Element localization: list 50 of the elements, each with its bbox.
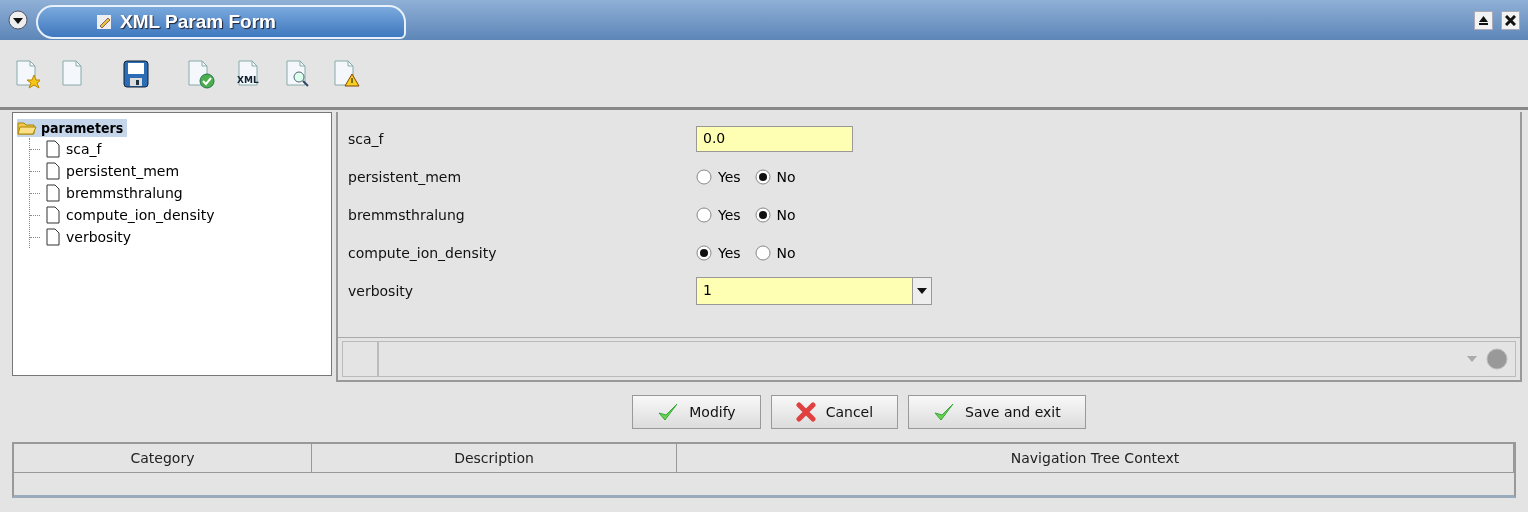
field-label: persistent_mem bbox=[348, 169, 463, 185]
tree-item[interactable]: verbosity bbox=[30, 226, 327, 248]
radio-option[interactable]: No bbox=[754, 207, 796, 223]
open-folder-icon bbox=[17, 121, 37, 135]
file-icon bbox=[46, 228, 60, 246]
eject-icon bbox=[1478, 14, 1489, 26]
file-icon bbox=[46, 184, 60, 202]
field-label: compute_ion_density bbox=[348, 245, 498, 261]
combo-cell bbox=[342, 341, 378, 377]
file-icon bbox=[46, 162, 60, 180]
go-icon[interactable] bbox=[1485, 347, 1509, 371]
action-button[interactable]: Modify bbox=[632, 395, 761, 429]
action-button[interactable]: Cancel bbox=[770, 395, 899, 429]
check-document-icon[interactable] bbox=[186, 58, 216, 89]
window-title: XML Param Form bbox=[120, 11, 276, 33]
checkmark-icon bbox=[657, 402, 680, 422]
column-header[interactable]: Description bbox=[312, 444, 677, 472]
eject-button[interactable] bbox=[1474, 10, 1493, 30]
tree-item[interactable]: compute_ion_density bbox=[30, 204, 327, 226]
tree-item[interactable]: parameters bbox=[17, 119, 128, 137]
text-field[interactable]: 0.0 bbox=[696, 126, 853, 152]
file-icon bbox=[46, 140, 60, 158]
file-icon bbox=[46, 206, 60, 224]
close-icon bbox=[1505, 14, 1516, 26]
caret-icon bbox=[1467, 356, 1477, 362]
tree-item[interactable]: bremmsthralung bbox=[30, 182, 327, 204]
cross-icon bbox=[795, 402, 816, 422]
close-button[interactable] bbox=[1501, 10, 1520, 30]
column-header[interactable]: Navigation Tree Context bbox=[677, 444, 1514, 472]
dropdown-field[interactable]: 1 bbox=[696, 277, 932, 305]
pencil-icon bbox=[96, 14, 112, 30]
column-header[interactable]: Category bbox=[14, 444, 312, 472]
radio-option[interactable]: Yes bbox=[696, 169, 741, 185]
warning-document-icon[interactable] bbox=[332, 58, 360, 89]
menu-icon[interactable] bbox=[8, 10, 28, 30]
action-button[interactable]: Save and exit bbox=[908, 395, 1086, 429]
new-file-icon[interactable] bbox=[14, 58, 40, 89]
field-label: sca_f bbox=[348, 131, 385, 147]
radio-option[interactable]: No bbox=[754, 169, 796, 185]
checkmark-icon bbox=[933, 402, 956, 422]
field-label: bremmsthralung bbox=[348, 207, 466, 223]
tree-item[interactable]: persistent_mem bbox=[30, 160, 327, 182]
radio-option[interactable]: Yes bbox=[696, 245, 741, 261]
caret-icon bbox=[917, 288, 927, 294]
field-label: verbosity bbox=[348, 283, 415, 299]
tree-item[interactable]: sca_f bbox=[30, 138, 327, 160]
combo-field[interactable] bbox=[378, 341, 1516, 377]
save-icon[interactable] bbox=[122, 58, 150, 89]
radio-option[interactable]: Yes bbox=[696, 207, 741, 223]
radio-option[interactable]: No bbox=[754, 245, 796, 261]
